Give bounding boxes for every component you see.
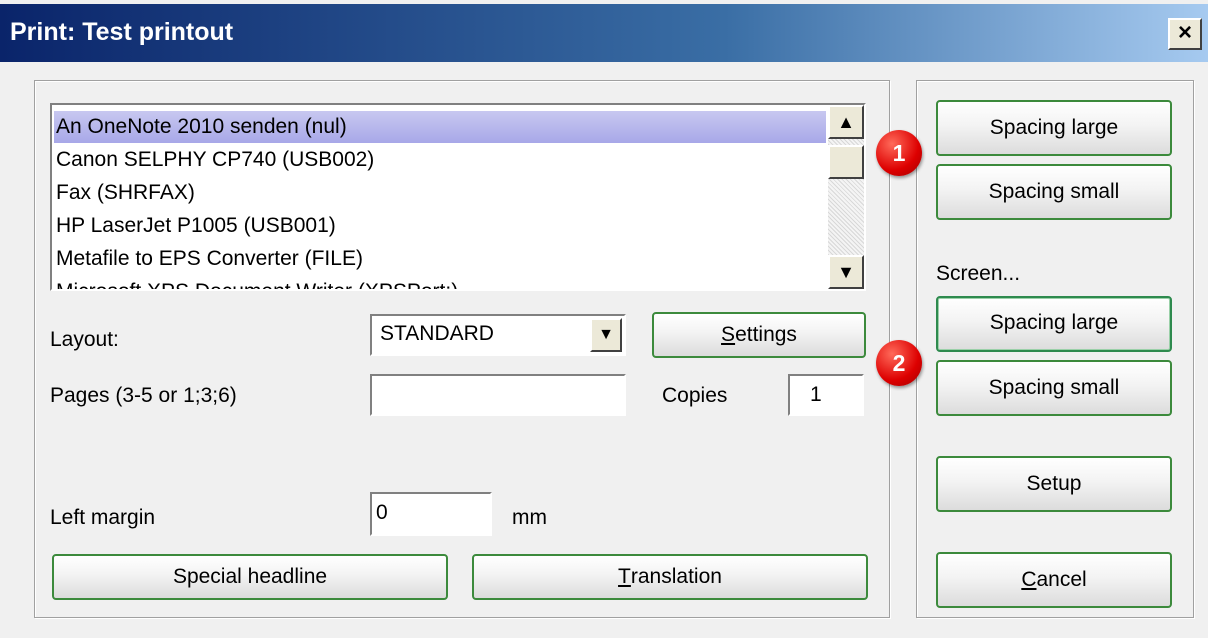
spacing-large-button[interactable]: Spacing large bbox=[936, 100, 1172, 156]
annotation-badge-1: 1 bbox=[876, 130, 922, 176]
settings-button[interactable]: Settings bbox=[652, 312, 866, 358]
printer-list[interactable]: An OneNote 2010 senden (nul) Canon SELPH… bbox=[50, 103, 866, 291]
scroll-down-icon[interactable]: ▼ bbox=[828, 255, 864, 289]
left-margin-unit: mm bbox=[512, 506, 547, 529]
scroll-up-icon[interactable]: ▲ bbox=[828, 105, 864, 139]
printer-list-scrollbar[interactable]: ▲ ▼ bbox=[828, 105, 864, 289]
layout-value: STANDARD bbox=[380, 322, 494, 345]
layout-label: Layout: bbox=[50, 328, 119, 351]
printer-list-item[interactable]: Microsoft XPS Document Writer (XPSPort:) bbox=[54, 276, 458, 289]
translation-button[interactable]: Translation bbox=[472, 554, 868, 600]
title-bar[interactable]: Print: Test printout × bbox=[0, 4, 1208, 62]
annotation-badge-2: 2 bbox=[876, 340, 922, 386]
layout-select[interactable]: STANDARD ▼ bbox=[370, 314, 626, 356]
special-headline-button[interactable]: Special headline bbox=[52, 554, 448, 600]
printer-list-item[interactable]: Canon SELPHY CP740 (USB002) bbox=[54, 144, 374, 176]
setup-button[interactable]: Setup bbox=[936, 456, 1172, 512]
printer-list-item[interactable]: Fax (SHRFAX) bbox=[54, 177, 195, 209]
pages-input[interactable] bbox=[370, 374, 626, 416]
pages-label: Pages (3-5 or 1;3;6) bbox=[50, 384, 237, 407]
dropdown-arrow-icon[interactable]: ▼ bbox=[590, 318, 622, 352]
close-button[interactable]: × bbox=[1168, 18, 1202, 50]
cancel-button[interactable]: Cancel bbox=[936, 552, 1172, 608]
screen-spacing-small-button[interactable]: Spacing small bbox=[936, 360, 1172, 416]
spacing-small-button[interactable]: Spacing small bbox=[936, 164, 1172, 220]
window-title: Print: Test printout bbox=[10, 18, 234, 46]
left-margin-input[interactable]: 0 bbox=[370, 492, 492, 536]
printer-list-item[interactable]: An OneNote 2010 senden (nul) bbox=[54, 111, 826, 143]
print-dialog: Print: Test printout × An OneNote 2010 s… bbox=[0, 0, 1208, 638]
printer-list-item[interactable]: HP LaserJet P1005 (USB001) bbox=[54, 210, 336, 242]
screen-spacing-large-button[interactable]: Spacing large bbox=[936, 296, 1172, 352]
scroll-thumb[interactable] bbox=[828, 145, 864, 179]
copies-label: Copies bbox=[662, 384, 728, 407]
copies-input[interactable]: 1 bbox=[788, 374, 864, 416]
left-margin-label: Left margin bbox=[50, 506, 156, 529]
screen-label: Screen... bbox=[936, 262, 1021, 285]
printer-list-item[interactable]: Metafile to EPS Converter (FILE) bbox=[54, 243, 363, 275]
